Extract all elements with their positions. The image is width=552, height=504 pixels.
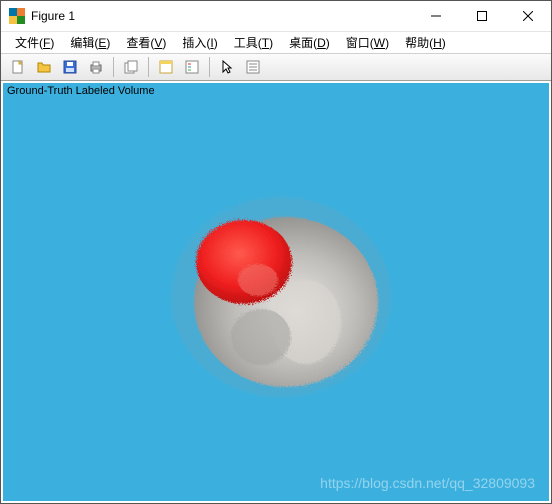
figure-canvas[interactable]: Ground-Truth Labeled Volume (3, 83, 549, 501)
close-button[interactable] (505, 1, 551, 31)
menu-tools[interactable]: 工具(T) (226, 32, 281, 53)
maximize-button[interactable] (459, 1, 505, 31)
toolbar-separator (113, 57, 114, 77)
titlebar: Figure 1 (1, 1, 551, 31)
app-logo-icon (9, 8, 25, 24)
menu-help[interactable]: 帮助(H) (397, 32, 454, 53)
menu-insert[interactable]: 插入(I) (174, 32, 225, 53)
open-folder-icon[interactable] (32, 56, 56, 78)
minimize-button[interactable] (413, 1, 459, 31)
layout-icon[interactable] (154, 56, 178, 78)
menu-file[interactable]: 文件(F) (7, 32, 62, 53)
menu-edit[interactable]: 编辑(E) (62, 32, 118, 53)
menubar: 文件(F) 编辑(E) 查看(V) 插入(I) 工具(T) 桌面(D) 窗口(W… (1, 31, 551, 53)
toolbar-separator (209, 57, 210, 77)
toolbar (1, 53, 551, 81)
volume-rendering (146, 172, 406, 412)
menu-desktop[interactable]: 桌面(D) (281, 32, 338, 53)
data-cursor-icon[interactable] (241, 56, 265, 78)
window-title: Figure 1 (31, 9, 413, 23)
menu-window[interactable]: 窗口(W) (338, 32, 397, 53)
pointer-icon[interactable] (215, 56, 239, 78)
copy-figure-icon[interactable] (119, 56, 143, 78)
watermark: https://blog.csdn.net/qq_32809093 (320, 475, 535, 491)
menu-view[interactable]: 查看(V) (118, 32, 174, 53)
legend-icon[interactable] (180, 56, 204, 78)
save-icon[interactable] (58, 56, 82, 78)
print-icon[interactable] (84, 56, 108, 78)
toolbar-separator (148, 57, 149, 77)
new-file-icon[interactable] (6, 56, 30, 78)
figure-caption: Ground-Truth Labeled Volume (7, 85, 155, 97)
window-controls (413, 1, 551, 31)
figure-area: Ground-Truth Labeled Volume (1, 81, 551, 503)
